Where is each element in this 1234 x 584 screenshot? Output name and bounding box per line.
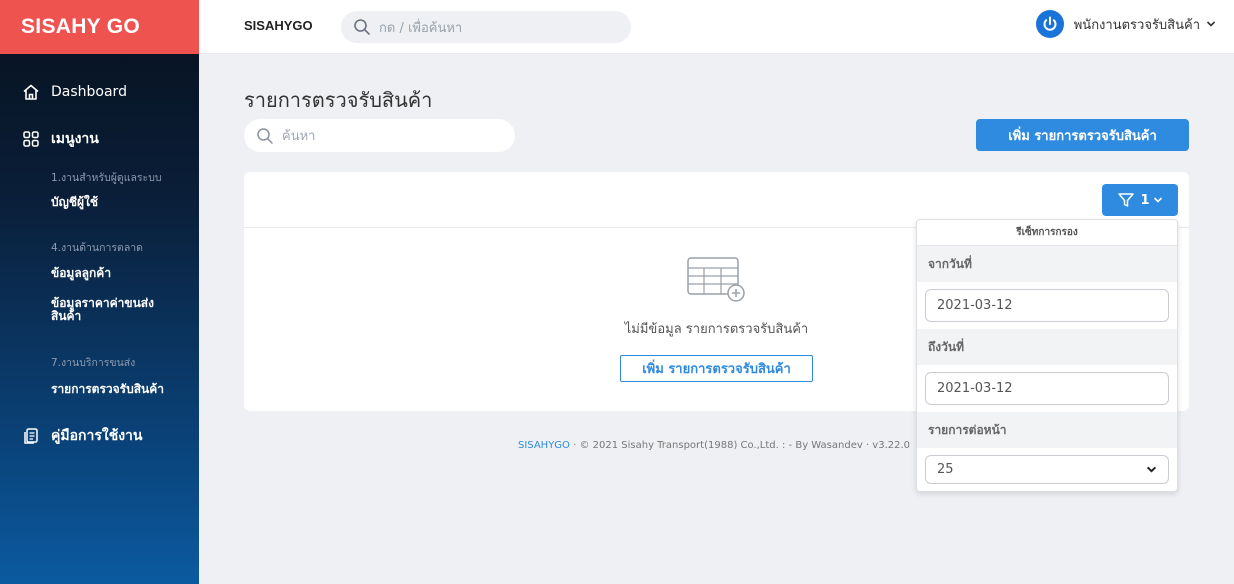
section-title-transport: 7.งานบริการขนส่ง — [51, 357, 136, 369]
global-search-input[interactable]: กด / เพื่อค้นหา — [341, 11, 631, 43]
search-icon — [354, 19, 370, 35]
search-input[interactable]: ค้นหา — [244, 119, 515, 152]
document-icon — [22, 427, 40, 445]
home-icon — [22, 83, 40, 101]
sidebar-item-user-accounts[interactable]: บัญชีผู้ใช้ — [51, 196, 98, 209]
user-name: พนักงานตรวจรับสินค้า — [1073, 17, 1200, 33]
grid-icon — [22, 130, 40, 148]
power-icon — [1035, 10, 1064, 38]
sidebar-item-menu[interactable]: เมนูงาน — [0, 127, 99, 151]
per-page-label: รายการต่อหน้า — [917, 412, 1177, 448]
sidebar-item-dashboard[interactable]: Dashboard — [0, 80, 127, 104]
from-date-label: จากวันที่ — [917, 246, 1177, 282]
sidebar-item-label: คู่มือการใช้งาน — [51, 428, 143, 444]
sidebar-item-customers[interactable]: ข้อมูลลูกค้า — [51, 267, 111, 280]
footer-text: · © 2021 Sisahy Transport(1988) Co.,Ltd.… — [569, 440, 911, 451]
search-placeholder: ค้นหา — [282, 129, 316, 144]
sidebar-item-receiving-list[interactable]: รายการตรวจรับสินค้า — [51, 383, 164, 396]
app-logo[interactable]: SISAHYGO — [244, 18, 313, 33]
top-bar: SISAHYGO กด / เพื่อค้นหา พนักงานตรวจรับส… — [199, 0, 1234, 54]
empty-table-icon — [687, 257, 745, 302]
to-date-input[interactable] — [925, 372, 1169, 405]
filter-icon — [1118, 193, 1135, 207]
empty-add-button[interactable]: เพิ่ม รายการตรวจรับสินค้า — [620, 355, 813, 382]
per-page-value: 25 — [937, 461, 954, 477]
filter-count: 1 — [1140, 192, 1150, 208]
sidebar-item-label: Dashboard — [51, 84, 127, 100]
brand-logo[interactable]: SISAHY GO — [0, 0, 199, 54]
section-title-admin: 1.งานสำหรับผู้ดูแลระบบ — [51, 172, 162, 184]
filter-button[interactable]: 1 — [1102, 184, 1178, 216]
chevron-down-icon — [1146, 466, 1157, 473]
sidebar-item-manual[interactable]: คู่มือการใช้งาน — [0, 424, 142, 448]
section-title-marketing: 4.งานด้านการตลาด — [51, 242, 143, 254]
chevron-down-icon — [1153, 197, 1162, 203]
chevron-down-icon — [1206, 21, 1216, 27]
user-menu[interactable]: พนักงานตรวจรับสินค้า — [1035, 10, 1216, 38]
footer: SISAHYGO · © 2021 Sisahy Transport(1988)… — [518, 440, 910, 451]
to-date-label: ถึงวันที่ — [917, 329, 1177, 365]
search-icon — [257, 127, 273, 144]
per-page-select[interactable]: 25 — [925, 454, 1169, 484]
from-date-input[interactable] — [925, 289, 1169, 322]
sidebar-item-shipping-rates[interactable]: ข้อมูลราคาค่าขนส่ง สินค้า — [51, 297, 161, 323]
filter-dropdown: รีเซ็ทการกรอง จากวันที่ ถึงวันที่ รายการ… — [916, 219, 1178, 492]
reset-filter-button[interactable]: รีเซ็ทการกรอง — [917, 220, 1177, 246]
search-placeholder: กด / เพื่อค้นหา — [379, 20, 463, 36]
add-receiving-button[interactable]: เพิ่ม รายการตรวจรับสินค้า — [976, 119, 1189, 151]
sidebar: SISAHY GO Dashboard เมนูงาน 1.งานสำหรับผ… — [0, 0, 199, 584]
sidebar-item-label: เมนูงาน — [51, 131, 99, 147]
footer-brand-link[interactable]: SISAHYGO — [518, 440, 570, 451]
page-title: รายการตรวจรับสินค้า — [244, 88, 433, 112]
